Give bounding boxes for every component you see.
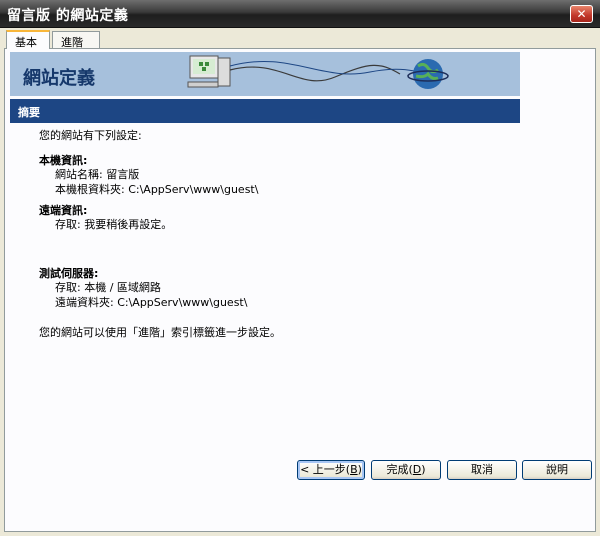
banner: 網站定義 <box>10 52 520 96</box>
close-button[interactable]: ✕ <box>570 5 593 23</box>
window-title: 留言版 的網站定義 <box>7 8 129 24</box>
banner-title: 網站定義 <box>23 68 95 89</box>
finish-button[interactable]: 完成(D) <box>371 460 441 480</box>
tab-advanced[interactable]: 進階 <box>52 31 100 49</box>
back-button-hotkey: B <box>350 463 358 476</box>
back-button-label-end: ) <box>357 463 362 476</box>
finish-button-hotkey: D <box>412 463 422 476</box>
cancel-button[interactable]: 取消 <box>447 460 517 480</box>
finish-button-label-end: ) <box>421 463 426 476</box>
help-button[interactable]: 說明 <box>522 460 592 480</box>
close-icon: ✕ <box>576 7 587 21</box>
remote-access: 存取: 我要稍後再設定。 <box>55 218 173 231</box>
summary-intro: 您的網站有下列設定: <box>39 129 142 142</box>
test-server-access: 存取: 本機 / 區域網路 <box>55 281 161 294</box>
finish-button-label: 完成( <box>386 463 413 476</box>
back-button-label: < 上一步( <box>300 463 351 476</box>
local-root-folder: 本機根資料夾: C:\AppServ\www\guest\ <box>55 183 259 196</box>
tab-basic[interactable]: 基本 <box>6 30 50 49</box>
network-illustration-icon <box>187 55 449 89</box>
title-bar: 留言版 的網站定義 ✕ <box>0 0 600 28</box>
section-summary-header: 摘要 <box>10 99 520 123</box>
back-button[interactable]: < 上一步(B) <box>297 460 365 480</box>
test-server-remote-folder: 遠端資料夾: C:\AppServ\www\guest\ <box>55 296 248 309</box>
advanced-tab-note: 您的網站可以使用「進階」索引標籤進一步設定。 <box>39 326 281 339</box>
local-site-name: 網站名稱: 留言版 <box>55 168 140 181</box>
tab-strip: 基本 進階 <box>4 30 596 49</box>
